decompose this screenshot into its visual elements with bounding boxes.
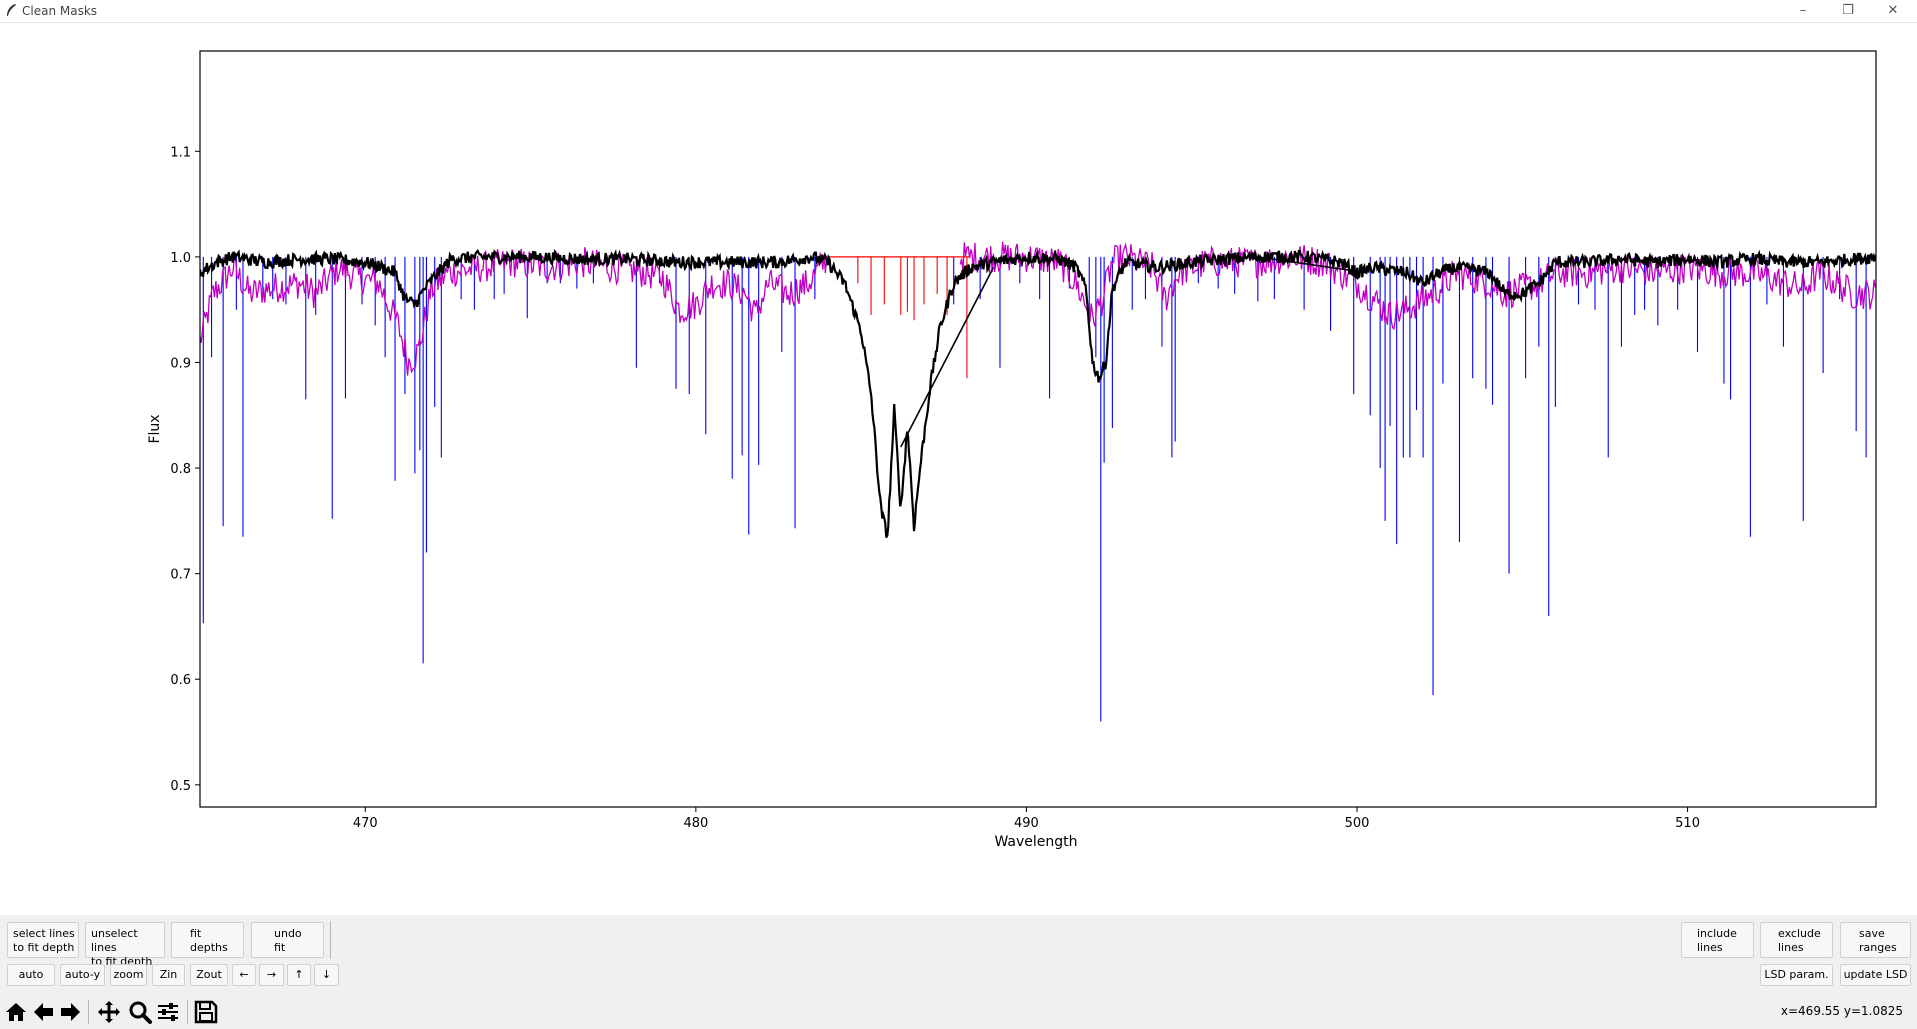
zoom-button[interactable]: zoom <box>110 964 147 986</box>
x-axis-label: Wavelength <box>994 834 1077 850</box>
home-icon[interactable] <box>3 999 29 1025</box>
pan-up-button[interactable]: ↑ <box>287 964 311 986</box>
select-lines-button[interactable]: select lines to fit depth <box>7 922 79 958</box>
y-tick-label: 1.1 <box>170 145 191 160</box>
pan-icon[interactable] <box>96 999 122 1025</box>
y-tick-label: 0.9 <box>170 356 191 371</box>
fit-depths-button[interactable]: fit depths <box>171 922 244 958</box>
x-tick-label: 490 <box>1014 816 1039 831</box>
x-tick-label: 500 <box>1345 816 1370 831</box>
unselect-lines-button[interactable]: unselect lines to fit depth <box>85 922 165 968</box>
lsd-param-button[interactable]: LSD param. <box>1760 964 1833 986</box>
save-icon[interactable] <box>193 999 219 1025</box>
zoom-icon[interactable] <box>127 999 153 1025</box>
configure-icon[interactable] <box>155 999 181 1025</box>
feather-icon <box>7 4 16 16</box>
save-ranges-button[interactable]: save ranges <box>1840 922 1911 958</box>
cursor-coordinates: x=469.55 y=1.0825 <box>1780 1004 1903 1018</box>
forward-arrow-icon[interactable] <box>57 999 83 1025</box>
plot-canvas[interactable]: 470 480 490 500 510 0.5 0.6 0.7 0.8 0.9 1.0 1.1 Wav… <box>0 23 1917 915</box>
x-tick-label: 480 <box>683 816 708 831</box>
y-tick-label: 0.6 <box>170 673 191 688</box>
toolbar-separator <box>330 921 331 959</box>
title-bar: Clean Masks – ❐ ✕ <box>0 0 1917 23</box>
axes-frame <box>199 50 1877 808</box>
auto-y-button[interactable]: auto-y <box>60 964 105 986</box>
y-tick-label: 0.5 <box>170 779 191 794</box>
spectrum-plot[interactable]: 470 480 490 500 510 0.5 0.6 0.7 0.8 0.9 1.0 1.1 Wav… <box>0 23 1917 915</box>
observed-spectrum <box>200 248 1876 538</box>
window-title: Clean Masks <box>22 4 98 18</box>
exclude-lines-button[interactable]: exclude lines <box>1760 922 1833 958</box>
nav-separator <box>88 1000 89 1024</box>
close-button[interactable]: ✕ <box>1871 0 1915 22</box>
x-tick-label: 510 <box>1675 816 1700 831</box>
include-lines-button[interactable]: include lines <box>1681 922 1754 958</box>
undo-fit-button[interactable]: undo fit <box>251 922 324 958</box>
auto-button[interactable]: auto <box>7 964 55 986</box>
x-tick-label: 470 <box>353 816 378 831</box>
y-axis-label: Flux <box>147 414 163 443</box>
pan-left-button[interactable]: ← <box>232 964 256 986</box>
pan-right-button[interactable]: → <box>259 964 284 986</box>
y-tick-label: 1.0 <box>170 251 191 266</box>
pan-down-button[interactable]: ↓ <box>314 964 339 986</box>
y-tick-label: 0.7 <box>170 568 191 583</box>
restore-button[interactable]: ❐ <box>1826 0 1870 22</box>
zoom-in-button[interactable]: Zin <box>152 964 185 986</box>
back-arrow-icon[interactable] <box>31 999 57 1025</box>
minimize-button[interactable]: – <box>1781 0 1825 22</box>
nav-separator <box>187 1000 188 1024</box>
update-lsd-button[interactable]: update LSD <box>1840 964 1911 986</box>
zoom-out-button[interactable]: Zout <box>190 964 228 986</box>
y-tick-label: 0.8 <box>170 462 191 477</box>
